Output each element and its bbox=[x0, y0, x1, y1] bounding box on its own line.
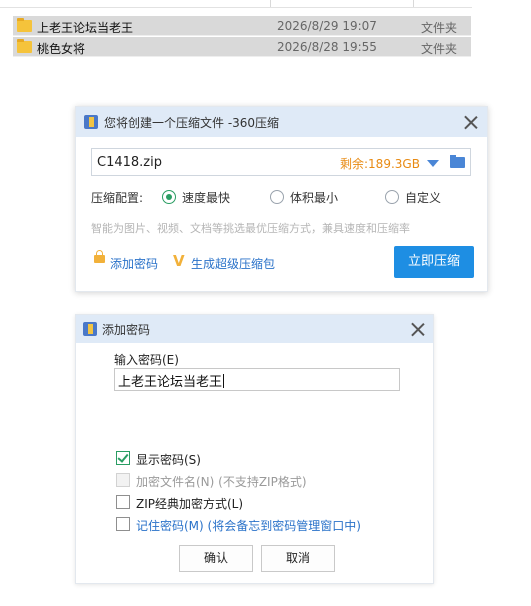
file-row[interactable]: 上老王论坛当老王 2026/8/29 19:07 文件夹 bbox=[13, 16, 471, 36]
super-v-icon[interactable]: V bbox=[173, 252, 185, 270]
file-date: 2026/8/29 19:07 bbox=[277, 19, 377, 33]
close-icon[interactable] bbox=[411, 322, 425, 336]
folder-icon bbox=[17, 39, 32, 53]
output-filename: C1418.zip bbox=[97, 155, 162, 170]
file-name: 上老王论坛当老王 bbox=[37, 21, 134, 35]
compress-hint: 智能为图片、视频、文档等挑选最优压缩方式，兼具速度和压缩率 bbox=[91, 222, 410, 235]
free-space-label: 剩余:189.3GB bbox=[340, 157, 420, 171]
file-date: 2026/8/28 19:55 bbox=[277, 40, 377, 54]
lock-icon[interactable] bbox=[94, 250, 105, 263]
remember-password-checkbox[interactable] bbox=[116, 517, 130, 531]
folder-browse-icon[interactable] bbox=[450, 155, 465, 168]
file-type: 文件夹 bbox=[421, 42, 458, 56]
password-value: 上老王论坛当老王 bbox=[118, 375, 223, 390]
column-separator[interactable] bbox=[413, 0, 414, 7]
text-caret bbox=[223, 374, 225, 388]
show-password-checkbox[interactable] bbox=[116, 451, 130, 465]
app-icon bbox=[84, 115, 98, 129]
file-type: 文件夹 bbox=[421, 21, 458, 35]
compress-dialog-title: 您将创建一个压缩文件 -360压缩 bbox=[104, 116, 280, 130]
radio-custom-label[interactable]: 自定义 bbox=[405, 189, 441, 206]
password-dialog: 添加密码 输入密码(E) 上老王论坛当老王 显示密码(S) 加密文件名(N) (… bbox=[75, 314, 434, 584]
zip-classic-checkbox[interactable] bbox=[116, 495, 130, 509]
password-dialog-title: 添加密码 bbox=[102, 323, 151, 337]
encrypt-filename-label[interactable]: 加密文件名(N) (不支持ZIP格式) bbox=[136, 473, 307, 490]
cancel-button[interactable]: 取消 bbox=[261, 545, 335, 572]
show-password-label[interactable]: 显示密码(S) bbox=[136, 451, 201, 468]
chevron-down-icon[interactable] bbox=[427, 160, 439, 167]
radio-custom[interactable] bbox=[385, 190, 399, 204]
zip-classic-label[interactable]: ZIP经典加密方式(L) bbox=[136, 495, 243, 512]
close-icon[interactable] bbox=[464, 115, 478, 129]
file-name: 桃色女将 bbox=[37, 42, 86, 56]
add-password-link[interactable]: 添加密码 bbox=[110, 255, 158, 272]
encrypt-filename-checkbox[interactable] bbox=[116, 473, 130, 487]
folder-icon bbox=[17, 18, 32, 32]
remember-password-label[interactable]: 记住密码(M) (将会备忘到密码管理窗口中) bbox=[136, 517, 361, 534]
radio-smallest-label[interactable]: 体积最小 bbox=[290, 189, 338, 206]
radio-fastest-label[interactable]: 速度最快 bbox=[182, 189, 230, 206]
compress-dialog: 您将创建一个压缩文件 -360压缩 C1418.zip 剩余:189.3GB 压… bbox=[75, 106, 488, 292]
radio-fastest[interactable] bbox=[162, 190, 176, 204]
password-dialog-titlebar[interactable]: 添加密码 bbox=[76, 315, 433, 343]
column-separator[interactable] bbox=[270, 0, 271, 7]
password-input-label: 输入密码(E) bbox=[114, 353, 179, 367]
config-label: 压缩配置: bbox=[91, 191, 144, 205]
file-row[interactable]: 桃色女将 2026/8/28 19:55 文件夹 bbox=[13, 37, 471, 57]
file-list-header bbox=[0, 0, 472, 8]
app-icon bbox=[83, 322, 97, 336]
compress-now-button[interactable]: 立即压缩 bbox=[394, 246, 474, 278]
output-path-field[interactable]: C1418.zip 剩余:189.3GB bbox=[91, 148, 471, 176]
compress-dialog-titlebar[interactable]: 您将创建一个压缩文件 -360压缩 bbox=[76, 107, 487, 137]
radio-smallest[interactable] bbox=[270, 190, 284, 204]
super-package-link[interactable]: 生成超级压缩包 bbox=[191, 255, 275, 272]
password-input[interactable]: 上老王论坛当老王 bbox=[114, 368, 400, 391]
ok-button[interactable]: 确认 bbox=[179, 545, 253, 572]
